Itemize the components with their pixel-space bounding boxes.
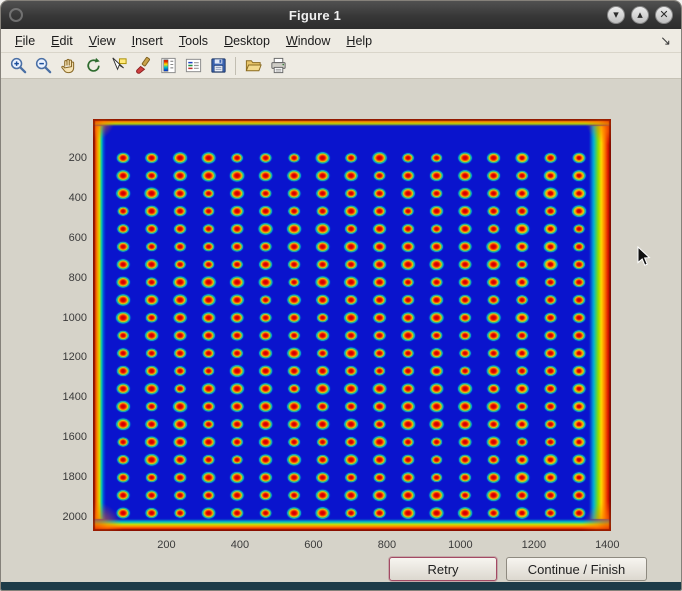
x-tick-label: 200: [144, 539, 188, 551]
menu-view[interactable]: View: [81, 32, 124, 50]
menu-items: FileEditViewInsertToolsDesktopWindowHelp: [7, 32, 380, 50]
menu-file[interactable]: File: [7, 32, 43, 50]
window-title: Figure 1: [23, 8, 607, 23]
print-icon[interactable]: [267, 55, 289, 77]
mouse-cursor-icon: [637, 246, 651, 268]
toolbar-separator: [235, 57, 236, 75]
brush-icon[interactable]: [132, 55, 154, 77]
x-tick-label: 600: [291, 539, 335, 551]
window-controls: ▾ ▴ ✕: [607, 6, 673, 24]
y-tick-label: 400: [41, 192, 87, 204]
menu-edit[interactable]: Edit: [43, 32, 81, 50]
y-tick-label: 1600: [41, 431, 87, 443]
zoom-in-icon[interactable]: [7, 55, 29, 77]
shade-button[interactable]: ▾: [607, 6, 625, 24]
y-tick-label: 200: [41, 152, 87, 164]
colorbar-icon[interactable]: [157, 55, 179, 77]
dock-figure-icon[interactable]: ↘: [660, 33, 675, 49]
save-icon[interactable]: [207, 55, 229, 77]
legend-icon[interactable]: [182, 55, 204, 77]
menu-insert[interactable]: Insert: [124, 32, 171, 50]
zoom-out-icon[interactable]: [32, 55, 54, 77]
data-cursor-icon[interactable]: [107, 55, 129, 77]
y-tick-label: 800: [41, 272, 87, 284]
unshade-button[interactable]: ▴: [631, 6, 649, 24]
window-bottom-border: [1, 582, 681, 590]
y-tick-label: 1800: [41, 471, 87, 483]
heatmap-image[interactable]: [93, 119, 611, 531]
y-tick-label: 600: [41, 232, 87, 244]
figure-canvas-area: 200 400 600 800 1000 1200 1400 1600 1800 2000 200…: [1, 79, 681, 582]
menu-window[interactable]: Window: [278, 32, 338, 50]
window-menu-icon[interactable]: [9, 8, 23, 22]
x-tick-label: 400: [218, 539, 262, 551]
x-tick-label: 1200: [512, 539, 556, 551]
x-tick-label: 800: [365, 539, 409, 551]
x-tick-label: 1400: [585, 539, 629, 551]
menubar: FileEditViewInsertToolsDesktopWindowHelp…: [1, 29, 681, 53]
rotate-3d-icon[interactable]: [82, 55, 104, 77]
open-folder-icon[interactable]: [242, 55, 264, 77]
pan-hand-icon[interactable]: [57, 55, 79, 77]
figure-window: Figure 1 ▾ ▴ ✕ FileEditViewInsertToolsDe…: [0, 0, 682, 591]
titlebar[interactable]: Figure 1 ▾ ▴ ✕: [1, 1, 681, 29]
x-tick-label: 1000: [438, 539, 482, 551]
continue-finish-button[interactable]: Continue / Finish: [506, 557, 647, 581]
retry-button[interactable]: Retry: [389, 557, 497, 581]
menu-tools[interactable]: Tools: [171, 32, 216, 50]
y-tick-label: 1200: [41, 351, 87, 363]
y-tick-label: 1000: [41, 312, 87, 324]
close-button[interactable]: ✕: [655, 6, 673, 24]
y-tick-label: 1400: [41, 391, 87, 403]
menu-help[interactable]: Help: [338, 32, 380, 50]
menu-desktop[interactable]: Desktop: [216, 32, 278, 50]
y-tick-label: 2000: [41, 511, 87, 523]
toolbar: [1, 53, 681, 79]
